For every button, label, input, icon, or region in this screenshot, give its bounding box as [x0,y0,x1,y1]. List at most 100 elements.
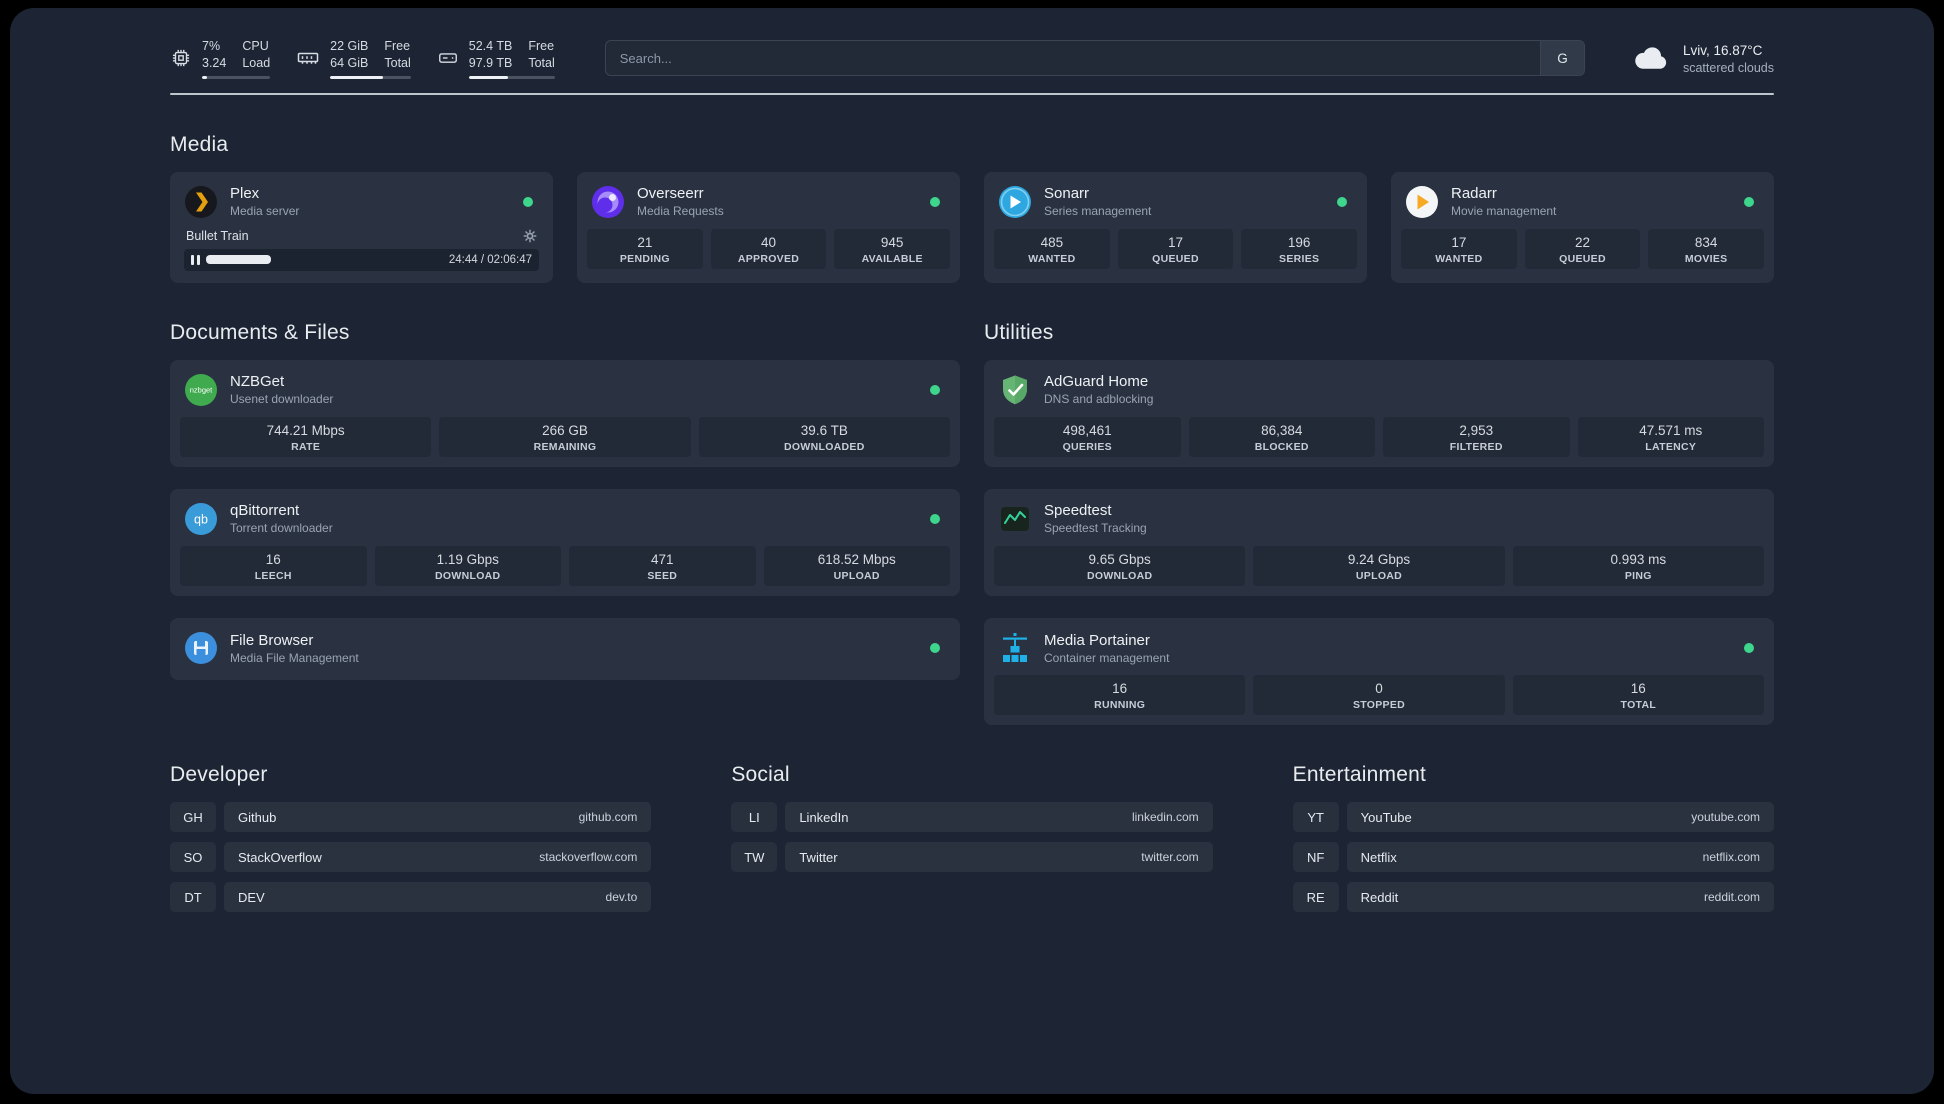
playback-progress[interactable] [206,255,271,265]
stat-value: 9.24 Gbps [1347,551,1411,567]
stat-label: APPROVED [737,252,800,265]
overseerr-card: Overseerr Media Requests 21 PENDING 40 A… [577,171,960,283]
bookmark-row[interactable]: TW Twitter twitter.com [731,842,1213,873]
speedtest-service-link[interactable]: Speedtest Speedtest Tracking [994,499,1764,546]
filebrowser-service-link[interactable]: File Browser Media File Management [180,628,950,670]
status-dot [930,513,940,524]
search-input[interactable] [605,41,1540,76]
cpu-progressbar [202,75,271,79]
stat-label: AVAILABLE [861,252,923,265]
disk-free: 52.4 TB [468,39,513,53]
stat-label: FILTERED [1449,440,1503,453]
now-playing-settings-icon[interactable] [523,229,537,243]
stat-label: WANTED [1028,252,1076,265]
service-subtitle: Series management [1044,204,1152,219]
bookmark-group-social: Social LI LinkedIn linkedin.com TW Twitt… [731,725,1213,882]
bookmark-name: Github [238,809,277,825]
stat-label: DOWNLOAD [1086,570,1153,583]
service-subtitle: Torrent downloader [230,521,333,536]
section-title-utilities: Utilities [984,320,1054,344]
service-subtitle: Speedtest Tracking [1044,521,1147,536]
stat-label: WANTED [1435,252,1483,265]
stat-value: 945 [880,234,904,250]
adguard-service-link[interactable]: AdGuard Home DNS and adblocking [994,370,1764,417]
bookmark-domain: github.com [578,810,638,825]
overseerr-service-link[interactable]: Overseerr Media Requests [587,182,950,229]
stat-tile: 16 RUNNING [994,675,1246,716]
radarr-service-link[interactable]: Radarr Movie management [1401,182,1764,229]
stat-tile: 40 APPROVED [710,228,827,269]
stat-value: 22 [1574,234,1591,250]
bookmark-name: LinkedIn [799,809,849,825]
adguard-card: AdGuard Home DNS and adblocking 498,461 … [984,359,1774,467]
radarr-card: Radarr Movie management 17 WANTED 22 QUE… [1391,171,1774,283]
cpu-load: 3.24 [202,55,227,70]
stat-label: MOVIES [1684,252,1728,265]
sonarr-service-link[interactable]: Sonarr Series management [994,182,1357,229]
stat-label: UPLOAD [1355,570,1403,583]
plex-service-link[interactable]: Plex Media server [180,182,543,229]
stat-tile: 22 QUEUED [1524,228,1641,269]
portainer-service-link[interactable]: Media Portainer Container management [994,628,1764,675]
disk-widget: 52.4 TB 97.9 TB Free Total [437,38,555,79]
stat-label: REMAINING [533,440,597,453]
bookmark-row[interactable]: NF Netflix netflix.com [1292,842,1774,873]
stat-label: SERIES [1279,252,1320,265]
bookmark-row[interactable]: SO StackOverflow stackoverflow.com [170,842,652,873]
bookmark-row[interactable]: LI LinkedIn linkedin.com [731,802,1213,833]
cpu-chip-icon [170,47,192,69]
stat-value: 498,461 [1062,422,1112,438]
bookmark-row[interactable]: RE Reddit reddit.com [1292,882,1774,913]
weather-location: Lviv, 16.87°C [1682,42,1763,58]
nzbget-card: nzbget NZBGet Usenet downloader 744.21 M… [170,359,960,467]
middle-columns: Documents & Files nzbget NZBGet Usenet d… [170,283,1774,726]
stat-value: 618.52 Mbps [817,551,896,567]
bookmark-row[interactable]: DT DEV dev.to [170,882,652,913]
stat-label: DOWNLOAD [435,570,501,583]
service-name: Plex [230,185,260,203]
stat-label: QUEUED [1152,252,1199,265]
bookmark-name: YouTube [1360,809,1412,825]
memory-progressbar [330,75,411,79]
disk-total: 97.9 TB [468,55,513,70]
stat-tile: 17 QUEUED [1117,228,1234,269]
status-dot [523,196,533,207]
nzbget-icon: nzbget [184,373,218,407]
status-dot [1744,643,1754,654]
ram-icon [296,46,320,70]
stat-value: 0 [1375,681,1383,697]
stat-tile: 618.52 Mbps UPLOAD [763,545,950,587]
pause-button[interactable] [191,254,200,265]
portainer-stats: 16 RUNNING 0 STOPPED 16 TOTAL [994,675,1764,716]
bookmark-name: Twitter [799,849,838,865]
bookmark-domain: stackoverflow.com [539,850,638,865]
nzbget-stats: 744.21 Mbps RATE 266 GB REMAINING 39.6 T… [180,416,950,457]
stat-tile: 17 WANTED [1401,228,1517,269]
bookmark-row[interactable]: YT YouTube youtube.com [1292,802,1774,833]
stat-tile: 21 PENDING [587,228,703,269]
topbar-divider [170,92,1774,95]
portainer-card: Media Portainer Container management 16 … [984,618,1774,726]
cpu-widget: 7% 3.24 CPU Load [170,38,271,79]
memory-free: 22 GiB [330,39,369,53]
service-subtitle: Media File Management [230,650,359,665]
stat-label: STOPPED [1352,699,1406,712]
memory-widget: 22 GiB 64 GiB Free Total [296,38,411,79]
filebrowser-card: File Browser Media File Management [170,618,960,681]
stat-label: RUNNING [1094,699,1146,712]
stat-value: 86,384 [1261,422,1303,438]
stat-value: 834 [1694,234,1718,250]
nzbget-service-link[interactable]: nzbget NZBGet Usenet downloader [180,370,950,417]
section-title-documents: Documents & Files [170,320,350,344]
bookmark-group-developer: Developer GH Github github.com SO StackO… [170,725,652,922]
bookmark-name: StackOverflow [238,849,322,865]
plex-now-playing: Bullet Train 24:44 / 02:06:47 [180,229,543,273]
documents-column: Documents & Files nzbget NZBGet Usenet d… [170,283,960,681]
bookmark-row[interactable]: GH Github github.com [170,802,652,833]
search-provider-button[interactable]: G [1539,41,1584,76]
svg-text:nzbget: nzbget [190,385,213,394]
weather-condition: scattered clouds [1682,60,1774,75]
stat-label: LEECH [254,570,292,583]
qbittorrent-service-link[interactable]: qb qBittorrent Torrent downloader [180,499,950,546]
stat-value: 17 [1167,234,1184,250]
